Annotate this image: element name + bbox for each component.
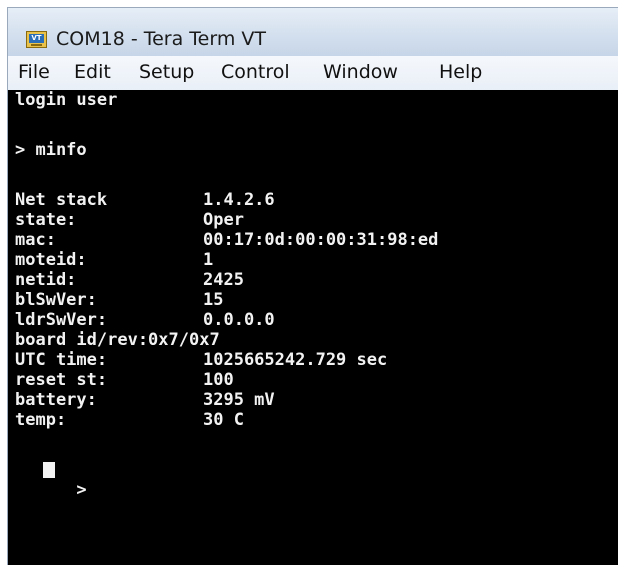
info-value: 1 xyxy=(203,250,214,270)
info-key: state: xyxy=(15,210,77,230)
info-key: blSwVer: xyxy=(15,290,97,310)
menu-file[interactable]: File xyxy=(18,61,50,83)
info-key: netid: xyxy=(15,270,77,290)
info-key: UTC time: xyxy=(15,350,108,370)
menu-edit[interactable]: Edit xyxy=(74,61,111,83)
info-key: reset st: xyxy=(15,370,108,390)
board-line: board id/rev:0x7/0x7 xyxy=(15,330,220,350)
tera-term-window: VT COM18 - Tera Term VT File Edit Setup … xyxy=(8,8,618,565)
menu-help[interactable]: Help xyxy=(439,61,482,83)
info-row-utc-time: UTC time: 1025665242.729 sec xyxy=(15,350,387,370)
info-value: 30 C xyxy=(203,410,244,430)
info-value: Oper xyxy=(203,210,244,230)
icon-base xyxy=(31,44,42,46)
info-value: 15 xyxy=(203,290,224,310)
info-key: ldrSwVer: xyxy=(15,310,108,330)
info-row-ldrswver: ldrSwVer: 0.0.0.0 xyxy=(15,310,275,330)
info-key: Net stack xyxy=(15,190,108,210)
info-row-battery: battery: 3295 mV xyxy=(15,390,275,410)
info-row-reset-st: reset st: 100 xyxy=(15,370,234,390)
info-key: moteid: xyxy=(15,250,87,270)
text-cursor xyxy=(43,462,55,478)
window-title: COM18 - Tera Term VT xyxy=(56,28,266,50)
info-value: 100 xyxy=(203,370,234,390)
info-value: 1025665242.729 sec xyxy=(203,350,388,370)
vt-icon-glyph: VT xyxy=(29,34,44,43)
info-key: battery: xyxy=(15,390,97,410)
menu-setup[interactable]: Setup xyxy=(139,61,194,83)
info-value: 1.4.2.6 xyxy=(203,190,275,210)
info-row-moteid: moteid: 1 xyxy=(15,250,213,270)
info-value: 0.0.0.0 xyxy=(203,310,275,330)
login-line: login user xyxy=(15,90,118,110)
info-row-blswver: blSwVer: 15 xyxy=(15,290,223,310)
info-value: 00:17:0d:00:00:31:98:ed xyxy=(203,230,439,250)
menu-window[interactable]: Window xyxy=(323,61,398,83)
prompt-symbol: > xyxy=(76,480,87,500)
info-row-mac: mac: 00:17:0d:00:00:31:98:ed xyxy=(15,230,438,250)
info-row-net-stack: Net stack 1.4.2.6 xyxy=(15,190,275,210)
tera-term-vt-icon[interactable]: VT xyxy=(26,31,47,48)
menu-control[interactable]: Control xyxy=(221,61,290,83)
info-row-temp: temp: 30 C xyxy=(15,410,244,430)
info-row-state: state: Oper xyxy=(15,210,244,230)
info-key: mac: xyxy=(15,230,56,250)
info-value: 3295 mV xyxy=(203,390,275,410)
info-value: 2425 xyxy=(203,270,244,290)
title-bar[interactable]: VT COM18 - Tera Term VT xyxy=(8,8,618,56)
command-line: > minfo xyxy=(15,140,87,160)
menu-bar: File Edit Setup Control Window Help xyxy=(8,56,618,91)
terminal-screen[interactable]: login user > minfo Net stack 1.4.2.6 sta… xyxy=(8,90,618,565)
info-key: temp: xyxy=(15,410,67,430)
prompt-line[interactable]: > xyxy=(15,460,87,500)
info-row-netid: netid: 2425 xyxy=(15,270,244,290)
